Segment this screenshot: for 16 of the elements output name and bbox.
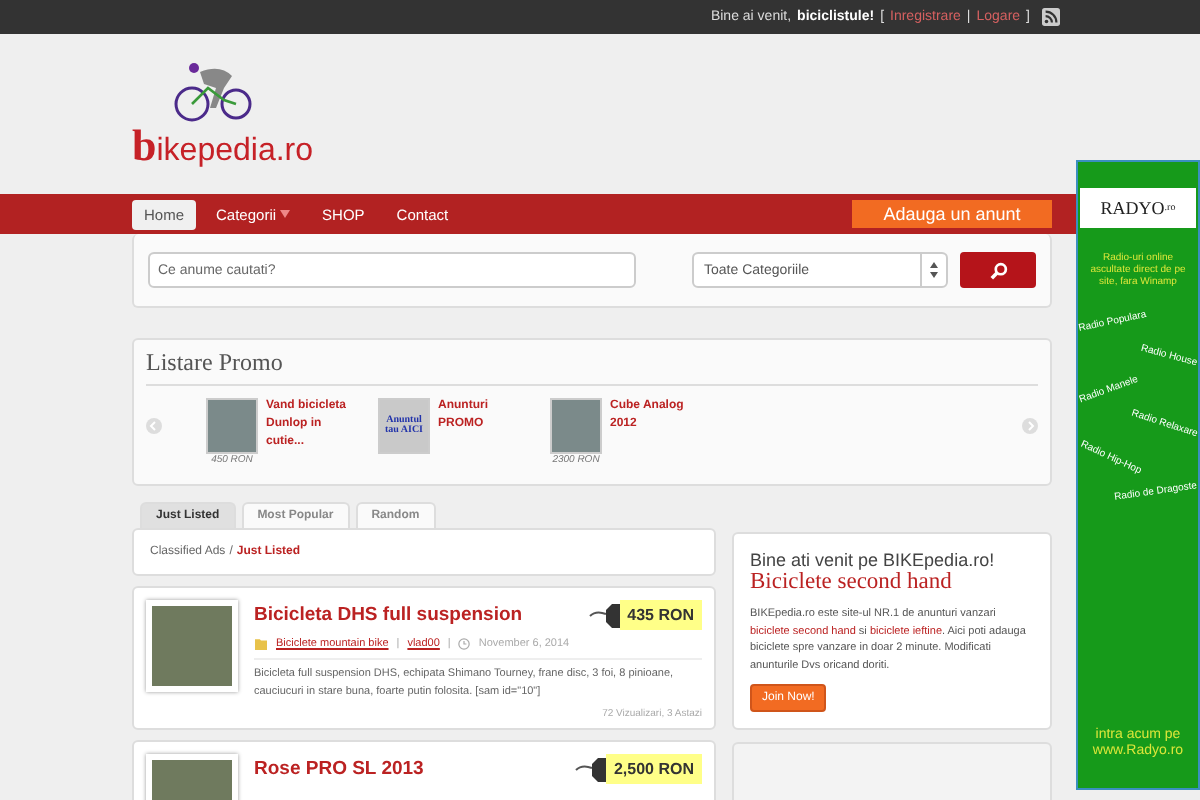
- cyclist-logo-icon: [172, 60, 256, 124]
- search-icon: [989, 261, 1007, 279]
- price-tag-icon: [573, 757, 606, 781]
- listing-price: 2,500 RON: [605, 754, 702, 784]
- listing-title[interactable]: Rose PRO SL 2013: [254, 758, 424, 780]
- listing-title[interactable]: Bicicleta DHS full suspension: [254, 604, 523, 626]
- welcome-subtitle: Biciclete second hand: [750, 570, 954, 594]
- listing-price: 435 RON: [619, 600, 702, 630]
- search-button[interactable]: [960, 252, 1036, 288]
- logo-text[interactable]: bikepedia.ro: [132, 124, 314, 168]
- folder-icon: [254, 638, 268, 650]
- promo-title: Listare Promo: [146, 348, 1038, 386]
- rss-icon[interactable]: [1042, 8, 1060, 26]
- welcome-heading: Bine ati venit pe BIKEpedia.ro!: [750, 550, 997, 570]
- price-tag-icon: [587, 603, 620, 627]
- clock-icon: [458, 638, 471, 650]
